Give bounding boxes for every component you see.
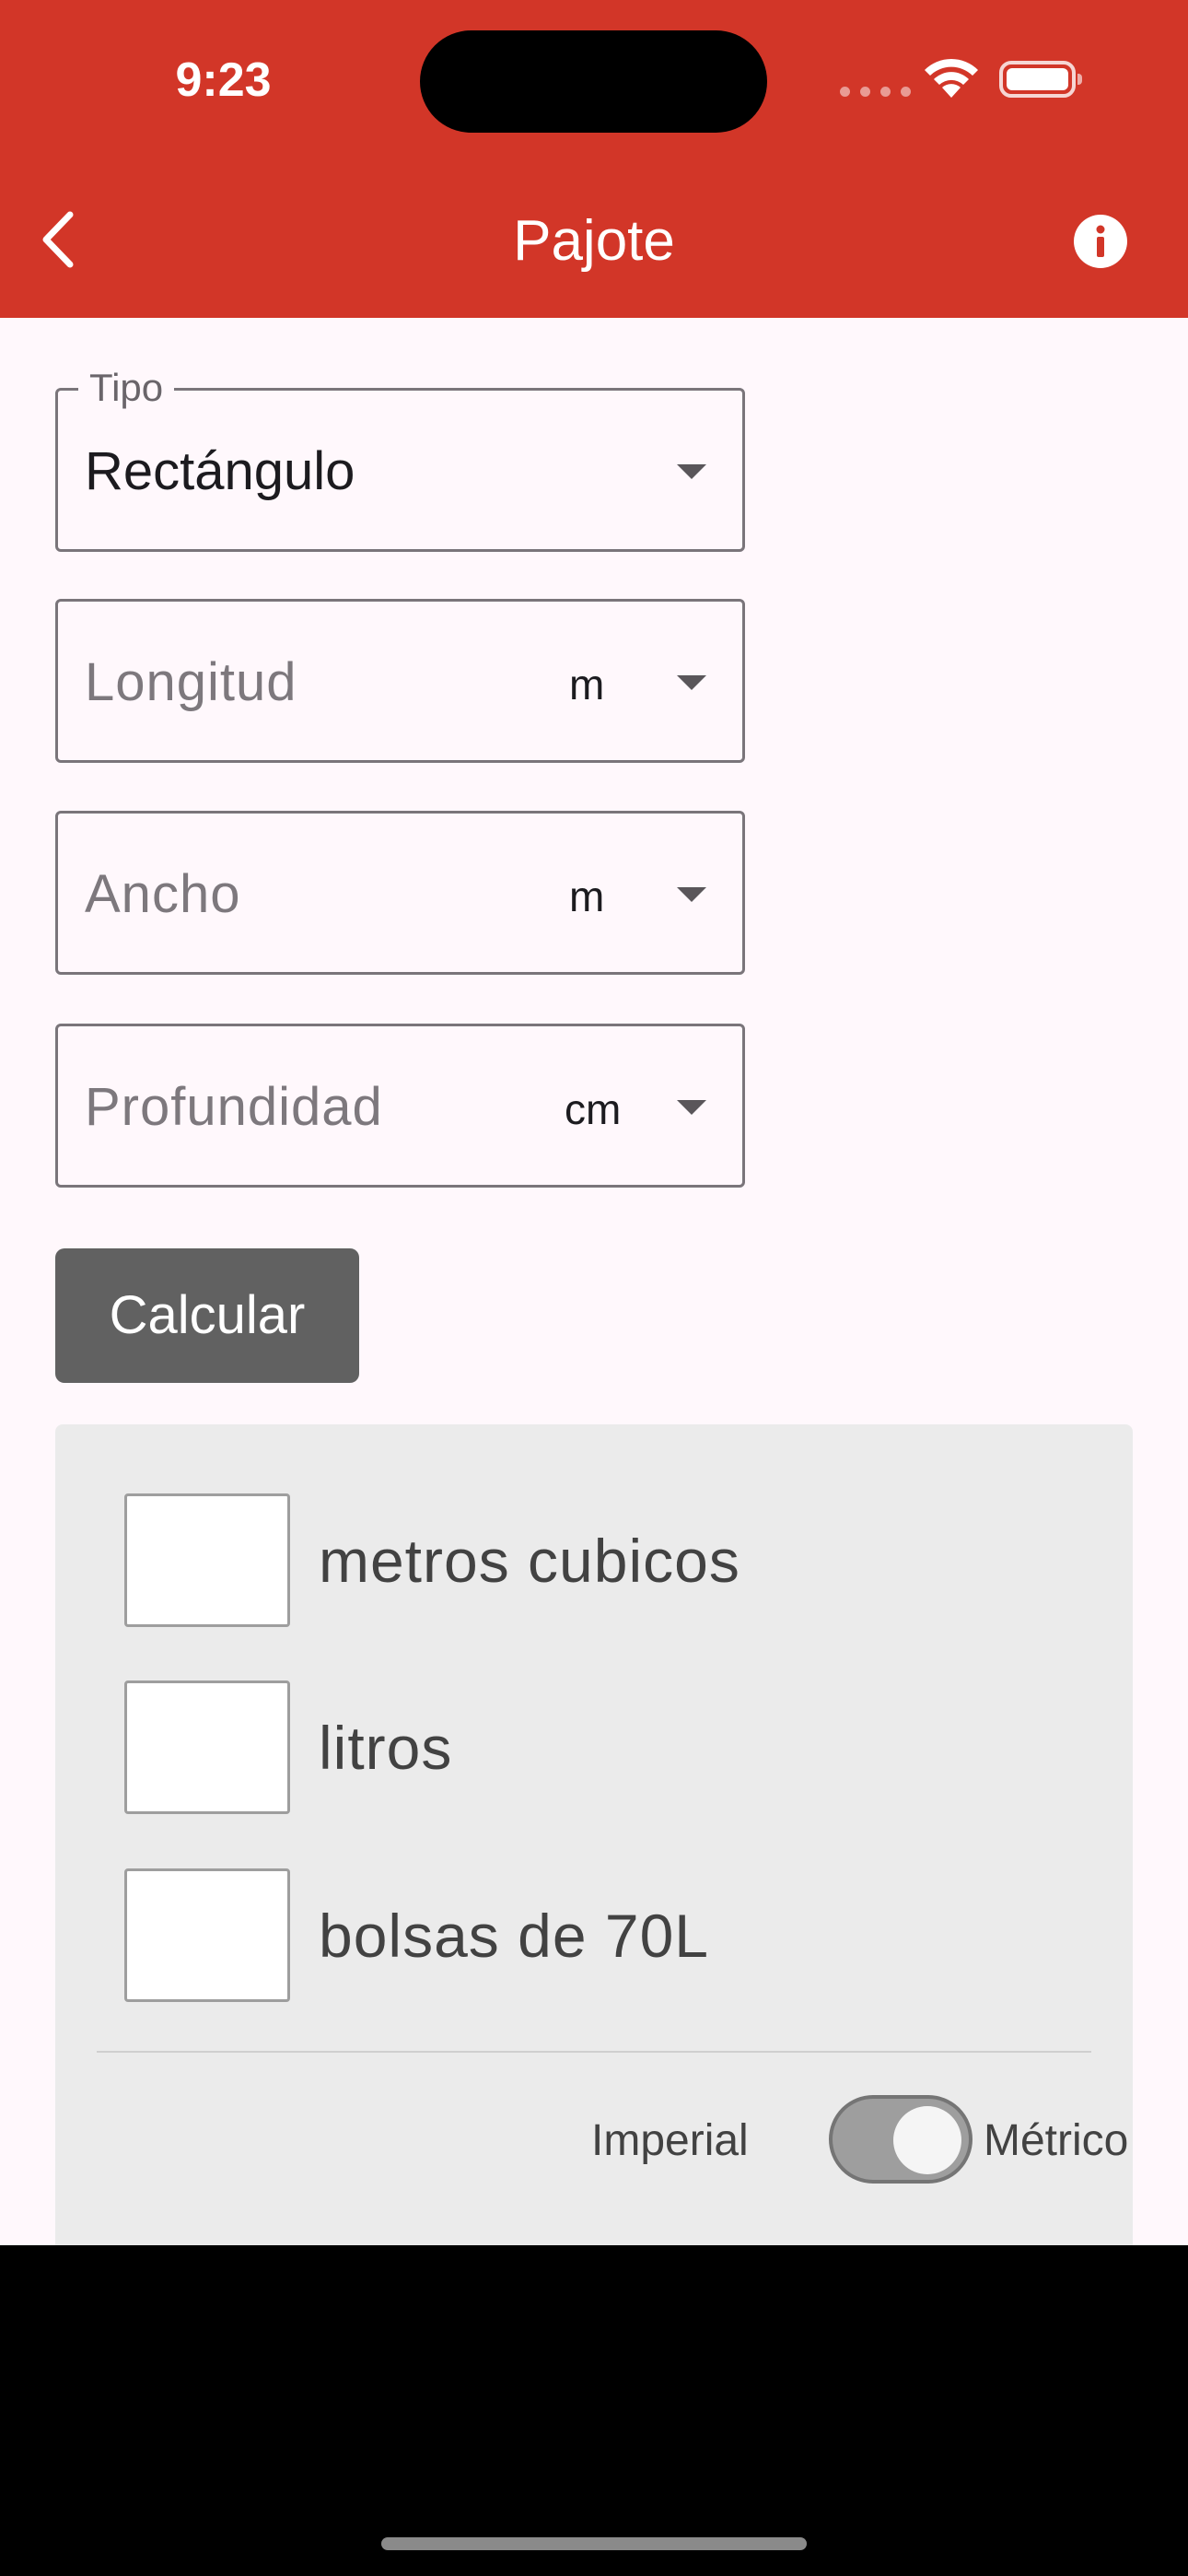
dynamic-island <box>420 30 767 133</box>
profundidad-unit-select[interactable]: cm <box>565 1080 621 1139</box>
page-title: Pajote <box>513 209 675 273</box>
tipo-value: Rectángulo <box>85 441 355 501</box>
result-value-box <box>124 1680 290 1814</box>
cellular-signal-icon <box>840 85 921 101</box>
results-panel: metros cubicos litros bolsas de 70L Impe… <box>55 1424 1133 2245</box>
profundidad-placeholder: Profundidad <box>85 1077 383 1137</box>
dropdown-arrow-icon <box>677 464 706 479</box>
battery-icon <box>999 61 1082 98</box>
ancho-field[interactable]: Ancho m <box>55 811 745 975</box>
result-row: litros <box>124 1680 1045 1814</box>
tipo-dropdown[interactable]: Tipo Rectángulo <box>55 363 745 552</box>
calcular-button[interactable]: Calcular <box>55 1248 359 1383</box>
status-time: 9:23 <box>175 53 272 107</box>
result-label: litros <box>319 1714 453 1782</box>
tipo-label: Tipo <box>78 363 175 413</box>
result-value-box <box>124 1868 290 2002</box>
info-icon[interactable] <box>1073 214 1128 269</box>
result-label: bolsas de 70L <box>319 1902 709 1970</box>
dropdown-arrow-icon[interactable] <box>677 675 706 690</box>
ancho-unit-select[interactable]: m <box>569 867 604 926</box>
result-row: metros cubicos <box>124 1493 1045 1627</box>
unit-system-toggle-row: Imperial Métrico <box>589 2095 1142 2187</box>
profundidad-field[interactable]: Profundidad cm <box>55 1024 745 1188</box>
dropdown-arrow-icon[interactable] <box>677 1100 706 1115</box>
home-indicator[interactable] <box>381 2537 807 2550</box>
ancho-placeholder: Ancho <box>85 864 241 924</box>
longitud-placeholder: Longitud <box>85 652 297 712</box>
app-header: 9:23 Pajote <box>0 0 1188 318</box>
divider <box>97 2051 1091 2053</box>
wifi-icon <box>925 58 978 98</box>
result-value-box <box>124 1493 290 1627</box>
switch-knob <box>893 2106 961 2174</box>
back-button[interactable] <box>37 207 83 272</box>
longitud-field[interactable]: Longitud m <box>55 599 745 763</box>
unit-system-switch[interactable] <box>829 2095 973 2184</box>
longitud-unit-select[interactable]: m <box>569 655 604 714</box>
imperial-label: Imperial <box>591 2116 749 2165</box>
result-label: metros cubicos <box>319 1527 740 1595</box>
dropdown-arrow-icon[interactable] <box>677 887 706 902</box>
metrico-label: Métrico <box>984 2116 1129 2165</box>
result-row: bolsas de 70L <box>124 1868 1045 2002</box>
